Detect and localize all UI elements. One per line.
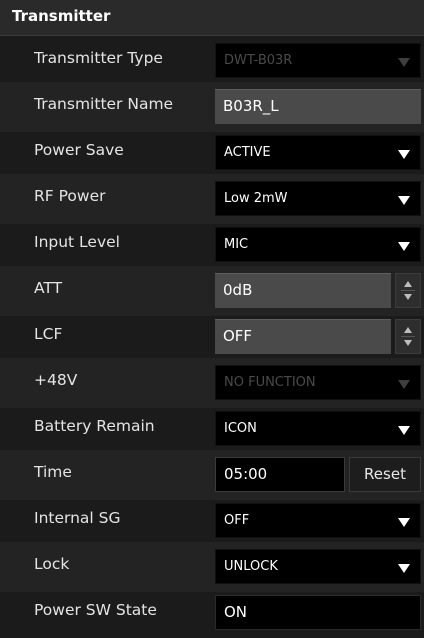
transmitter-name-input[interactable]: B03R_L	[215, 89, 421, 124]
att-field[interactable]: 0dB	[215, 273, 391, 308]
internal-sg-label: Internal SG	[34, 509, 121, 527]
transmitter-type-value: DWT-B03R	[224, 53, 293, 68]
row-power-sw-state: Power SW State ON	[0, 588, 424, 638]
row-att: ATT 0dB	[0, 266, 424, 316]
section-header: Transmitter	[0, 0, 424, 36]
time-label: Time	[34, 463, 72, 481]
att-value: 0dB	[223, 281, 253, 299]
row-lcf: LCF OFF	[0, 312, 424, 362]
power-save-select[interactable]: ACTIVE	[215, 135, 421, 170]
lcf-field[interactable]: OFF	[215, 319, 391, 354]
time-input[interactable]: 05:00	[215, 457, 345, 492]
battery-remain-label: Battery Remain	[34, 417, 155, 435]
att-spinner[interactable]	[395, 273, 421, 308]
chevron-down-icon	[398, 380, 410, 389]
power-sw-state-label: Power SW State	[34, 601, 157, 619]
phantom-power-value: NO FUNCTION	[224, 375, 316, 390]
lcf-value: OFF	[223, 327, 253, 345]
row-transmitter-name: Transmitter Name B03R_L	[0, 82, 424, 132]
spin-up-icon[interactable]	[404, 281, 412, 287]
row-lock: Lock UNLOCK	[0, 542, 424, 592]
reset-button[interactable]: Reset	[349, 457, 421, 492]
lock-label: Lock	[34, 555, 70, 573]
transmitter-name-label: Transmitter Name	[34, 95, 174, 113]
spinner-divider	[401, 290, 415, 291]
battery-remain-select[interactable]: ICON	[215, 411, 421, 446]
input-level-select[interactable]: MIC	[215, 227, 421, 262]
chevron-down-icon	[398, 426, 410, 435]
lcf-label: LCF	[34, 325, 63, 343]
row-rf-power: RF Power Low 2mW	[0, 174, 424, 224]
battery-remain-value: ICON	[224, 421, 257, 436]
input-level-value: MIC	[224, 237, 249, 252]
lock-value: UNLOCK	[224, 559, 278, 574]
chevron-down-icon	[398, 518, 410, 527]
rf-power-label: RF Power	[34, 187, 106, 205]
transmitter-type-select: DWT-B03R	[215, 43, 421, 78]
internal-sg-select[interactable]: OFF	[215, 503, 421, 538]
phantom-power-select: NO FUNCTION	[215, 365, 421, 400]
transmitter-type-label: Transmitter Type	[34, 49, 163, 67]
internal-sg-value: OFF	[224, 513, 250, 528]
time-value: 05:00	[224, 465, 268, 483]
phantom-power-label: +48V	[34, 371, 78, 389]
spin-down-icon[interactable]	[404, 340, 412, 346]
power-sw-state-value: ON	[224, 603, 248, 621]
lock-select[interactable]: UNLOCK	[215, 549, 421, 584]
rf-power-value: Low 2mW	[224, 191, 288, 206]
power-save-value: ACTIVE	[224, 145, 271, 160]
chevron-down-icon	[398, 150, 410, 159]
spin-down-icon[interactable]	[404, 294, 412, 300]
row-internal-sg: Internal SG OFF	[0, 496, 424, 546]
section-title: Transmitter	[12, 7, 111, 25]
spin-up-icon[interactable]	[404, 327, 412, 333]
transmitter-panel: Transmitter Transmitter Type DWT-B03R Tr…	[0, 0, 424, 636]
att-label: ATT	[34, 279, 63, 297]
power-save-label: Power Save	[34, 141, 124, 159]
row-battery-remain: Battery Remain ICON	[0, 404, 424, 454]
row-transmitter-type: Transmitter Type DWT-B03R	[0, 36, 424, 86]
spinner-divider	[401, 336, 415, 337]
chevron-down-icon	[398, 564, 410, 573]
transmitter-name-value: B03R_L	[223, 97, 279, 115]
row-phantom-power: +48V NO FUNCTION	[0, 358, 424, 408]
input-level-label: Input Level	[34, 233, 120, 251]
rf-power-select[interactable]: Low 2mW	[215, 181, 421, 216]
chevron-down-icon	[398, 196, 410, 205]
row-power-save: Power Save ACTIVE	[0, 128, 424, 178]
chevron-down-icon	[398, 58, 410, 67]
row-time: Time 05:00 Reset	[0, 450, 424, 500]
row-input-level: Input Level MIC	[0, 220, 424, 270]
power-sw-state-field: ON	[215, 595, 421, 630]
chevron-down-icon	[398, 242, 410, 251]
lcf-spinner[interactable]	[395, 319, 421, 354]
